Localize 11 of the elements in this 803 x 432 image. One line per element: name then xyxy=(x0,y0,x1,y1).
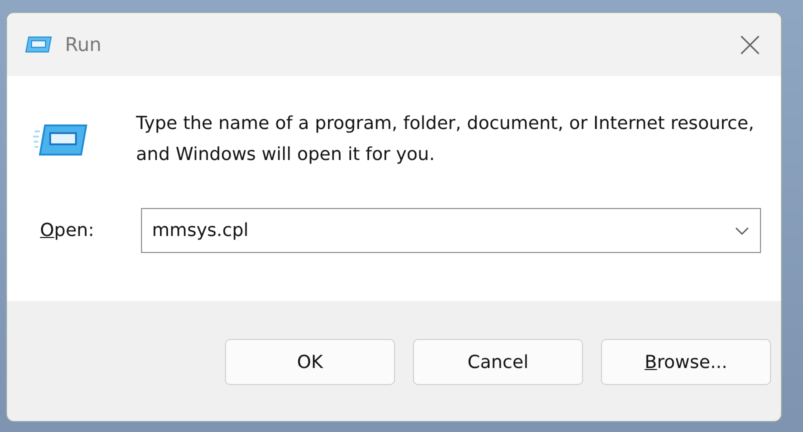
instruction-text: Type the name of a program, folder, document, or Internet resource, and Windows will open it for you. xyxy=(136,112,756,167)
close-icon xyxy=(739,34,761,56)
run-app-icon xyxy=(33,122,88,158)
dialog-button[interactable]: Browse... xyxy=(601,339,771,385)
run-app-icon xyxy=(25,35,53,54)
open-combo-box[interactable]: mmsys.cpl xyxy=(141,208,761,253)
dropdown-chevron-icon[interactable] xyxy=(735,227,749,235)
dialog-button[interactable]: Cancel xyxy=(413,339,583,385)
open-label: Open: xyxy=(39,220,96,241)
window-title: Run xyxy=(65,34,102,56)
dialog-button[interactable]: OK xyxy=(225,339,395,385)
